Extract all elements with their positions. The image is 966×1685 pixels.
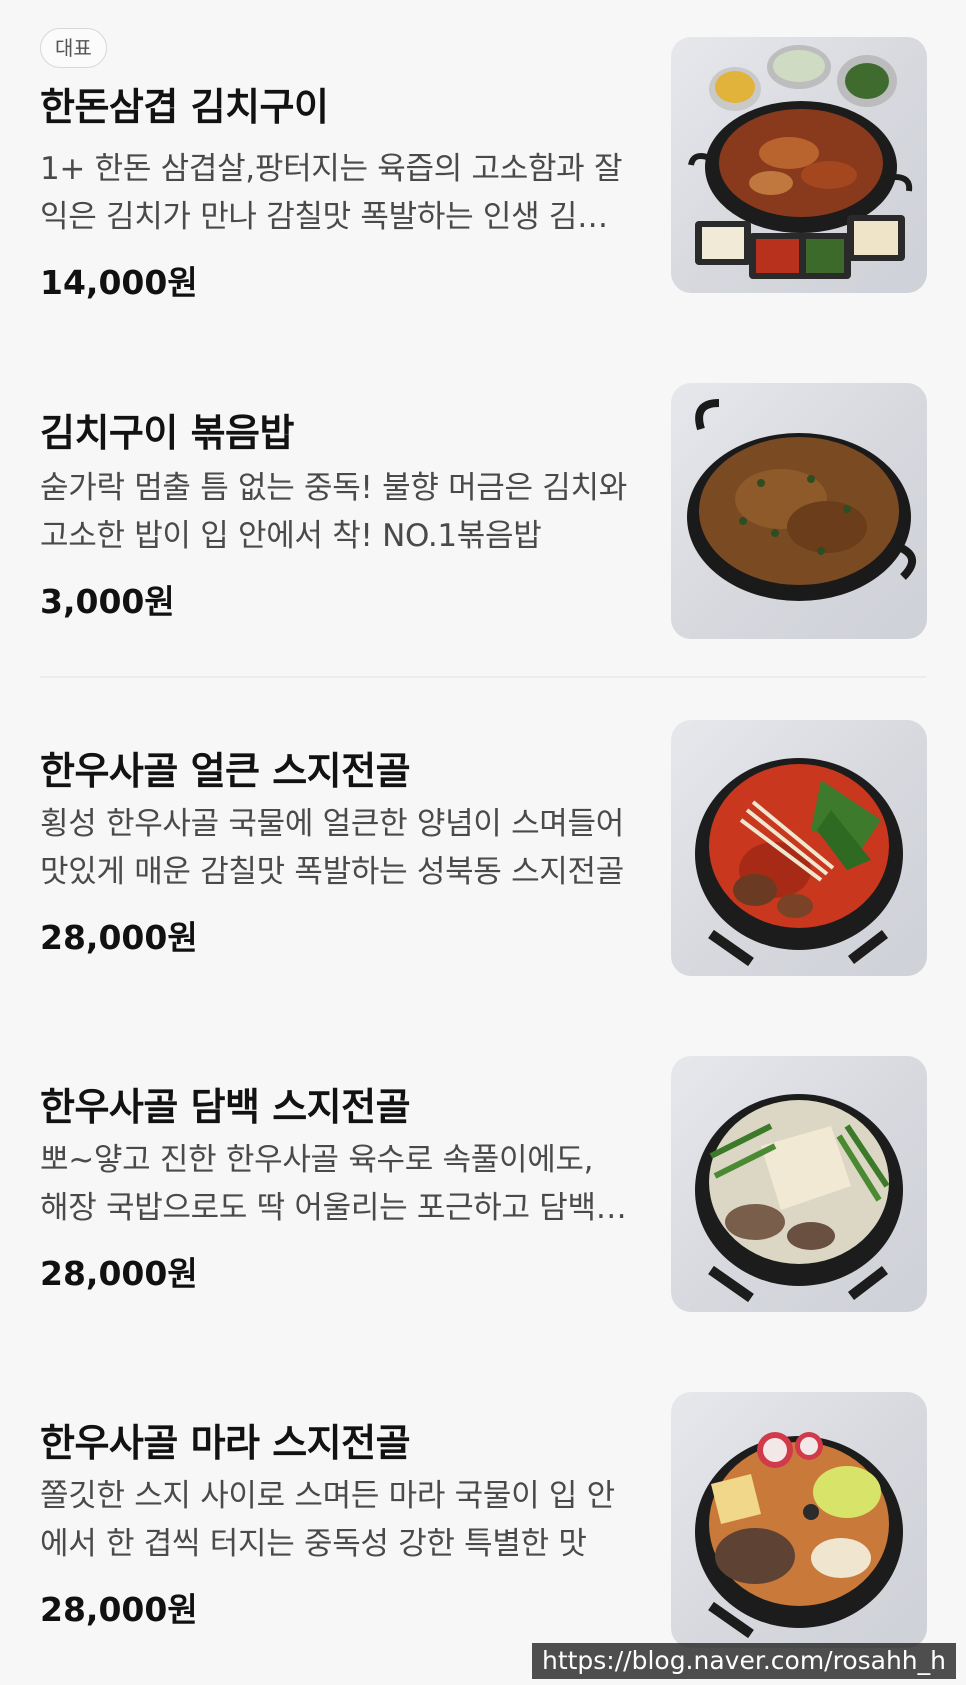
menu-item-price: 3,000원 [40,582,175,621]
menu-item[interactable]: 한우사골 담백 스지전골 뽀~얗고 진한 한우사골 육수로 속풀이에도, 해장 … [0,1016,966,1316]
menu-item-description: 1+ 한돈 삼겹살,팡터지는 육즙의 고소함과 잘 익은 김치가 만나 감칠맛 … [40,151,623,235]
blog-watermark: https://blog.naver.com/rosahh_h [531,1643,956,1679]
menu-item-price: 14,000원 [40,263,198,302]
menu-item-photo[interactable] [671,37,927,293]
menu-item[interactable]: 한우사골 마라 스지전골 쫄깃한 스지 사이로 스며든 마라 국물이 입 안에서… [0,1352,966,1652]
menu-item[interactable]: 한우사골 얼큰 스지전골 횡성 한우사골 국물에 얼큰한 양념이 스며들어 맛있… [0,680,966,980]
mild-suji-hotpot-photo [695,1094,903,1303]
menu-item[interactable]: 김치구이 볶음밥 숟가락 멈출 틈 없는 중독! 불향 머금은 김치와 고소한 … [0,340,966,640]
menu-item-name: 한우사골 마라 스지전골 [40,1421,411,1465]
kimchi-pork-grill-photo [688,45,913,279]
menu-item-photo[interactable] [671,383,927,639]
menu-item-photo[interactable] [671,720,927,976]
menu-item-description: 숟가락 멈출 틈 없는 중독! 불향 머금은 김치와 고소한 밥이 입 안에서 … [40,470,627,554]
signature-badge: 대표 [40,28,107,68]
menu-item-photo[interactable] [671,1056,927,1312]
menu-item-name: 한돈삼겹 김치구이 [40,85,329,129]
menu-item-name: 한우사골 담백 스지전골 [40,1085,411,1129]
menu-list: 대표 한돈삼겹 김치구이 1+ 한돈 삼겹살,팡터지는 육즙의 고소함과 잘 익… [0,0,966,1685]
menu-item-name: 한우사골 얼큰 스지전골 [40,749,411,793]
menu-item-price: 28,000원 [40,918,198,957]
menu-item-name: 김치구이 볶음밥 [40,411,294,455]
menu-item-price: 28,000원 [40,1590,198,1629]
menu-item[interactable]: 대표 한돈삼겹 김치구이 1+ 한돈 삼겹살,팡터지는 육즙의 고소함과 잘 익… [0,0,966,302]
fried-rice-pan-photo [687,399,916,601]
mala-suji-hotpot-photo [695,1432,903,1639]
menu-item-description: 쫄깃한 스지 사이로 스며든 마라 국물이 입 안에서 한 겹씩 터지는 중독성… [40,1478,615,1562]
menu-item-description: 횡성 한우사골 국물에 얼큰한 양념이 스며들어 맛있게 매운 감칠맛 폭발하는… [40,806,624,890]
menu-item-price: 28,000원 [40,1254,198,1293]
menu-item-description: 뽀~얗고 진한 한우사골 육수로 속풀이에도, 해장 국밥으로도 딱 어울리는 … [40,1142,624,1226]
menu-item-photo[interactable] [671,1392,927,1648]
spicy-suji-hotpot-photo [695,758,903,967]
section-divider [40,676,926,678]
